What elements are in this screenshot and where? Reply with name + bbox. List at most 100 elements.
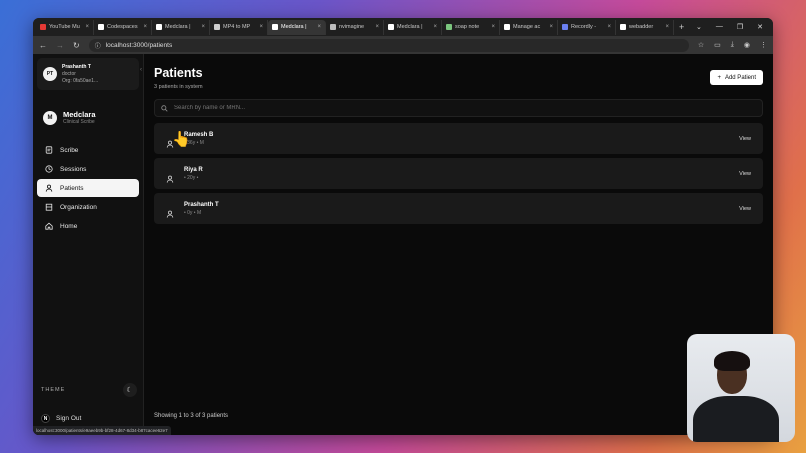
browser-tab[interactable]: Manage ac × xyxy=(500,19,558,35)
sidebar-item-home[interactable]: Home xyxy=(37,217,139,235)
user-icon xyxy=(45,184,53,192)
close-tab-icon[interactable]: × xyxy=(433,24,437,30)
patient-info: Prashanth T • 0y • M xyxy=(184,202,219,216)
close-tab-icon[interactable]: × xyxy=(607,24,611,30)
view-patient-button[interactable]: View xyxy=(739,136,751,142)
menu-icon[interactable]: ⋮ xyxy=(760,41,767,49)
close-tab-icon[interactable]: × xyxy=(665,24,669,30)
building-icon xyxy=(45,203,53,211)
sidebar-item-label: Organization xyxy=(60,203,97,211)
view-patient-button[interactable]: View xyxy=(739,206,751,212)
reload-icon[interactable]: ↻ xyxy=(73,41,80,50)
sign-out-button[interactable]: N Sign Out xyxy=(41,414,81,423)
sidebar-item-label: Sessions xyxy=(60,165,87,173)
browser-tab[interactable]: Medclara | × xyxy=(152,19,210,35)
patient-info: Riya R • 20y • xyxy=(184,167,203,181)
browser-tab[interactable]: Medclara | × xyxy=(384,19,442,35)
browser-tab[interactable]: Codespaces × xyxy=(94,19,152,35)
tab-favicon-icon xyxy=(620,24,626,30)
sign-out-initial: N xyxy=(41,414,50,423)
page-subtitle: 3 patients in system xyxy=(154,84,203,90)
chevron-down-icon[interactable]: ⌄ xyxy=(696,23,702,31)
browser-tab[interactable]: Medclara | × xyxy=(268,19,326,35)
avatar: PT xyxy=(43,67,57,81)
browser-tab[interactable]: webadder × xyxy=(616,19,674,35)
browser-actions: ☆ ▭ ⤓ ◉ ⋮ xyxy=(698,41,767,49)
site-info-icon[interactable]: ⓘ xyxy=(95,41,101,50)
sidebar-item-organization[interactable]: Organization xyxy=(37,198,139,216)
browser-tab[interactable]: nvimagine × xyxy=(326,19,384,35)
sidebar-item-patients[interactable]: Patients xyxy=(37,179,139,197)
tab-title: MP4 to MP xyxy=(223,24,251,30)
close-tab-icon[interactable]: × xyxy=(317,24,321,30)
close-window-button[interactable]: ✕ xyxy=(757,23,763,31)
tab-favicon-icon xyxy=(330,24,336,30)
home-icon xyxy=(45,222,53,230)
bookmark-star-icon[interactable]: ☆ xyxy=(698,41,704,49)
add-patient-button[interactable]: + Add Patient xyxy=(710,70,763,85)
tab-title: Recordly - xyxy=(571,24,597,30)
tab-title: Manage ac xyxy=(513,24,541,30)
sidebar-item-scribe[interactable]: Scribe xyxy=(37,141,139,159)
app: PT Prashanth T doctor Org: 0fa50ae1... ‹… xyxy=(33,54,773,435)
brand-name: Medclara xyxy=(63,110,96,119)
close-tab-icon[interactable]: × xyxy=(201,24,205,30)
tab-title: nvimagine xyxy=(339,24,365,30)
tab-title: Medclara | xyxy=(281,24,307,30)
patient-row[interactable]: Ramesh B • 36y • M View xyxy=(154,123,763,154)
theme-row: THEME ☾ xyxy=(41,383,137,397)
profile-icon[interactable]: ◉ xyxy=(744,41,750,49)
url-field[interactable]: ⓘ localhost:3000/patients xyxy=(88,38,689,52)
brand-subtitle: Clinical Scribe xyxy=(63,119,95,125)
url-text: localhost:3000/patients xyxy=(105,41,173,49)
user-role: doctor xyxy=(62,70,76,77)
new-tab-button[interactable]: + xyxy=(674,22,689,32)
brand-logo: M xyxy=(43,110,57,125)
forward-icon[interactable]: → xyxy=(56,41,64,50)
download-icon[interactable]: ⤓ xyxy=(731,41,734,49)
address-bar: ← → ↻ ⓘ localhost:3000/patients ☆ ▭ ⤓ ◉ … xyxy=(33,36,773,54)
theme-label: THEME xyxy=(41,387,66,393)
patient-name: Prashanth T xyxy=(184,201,219,208)
close-tab-icon[interactable]: × xyxy=(549,24,553,30)
browser-tab[interactable]: YouTube Mu × xyxy=(36,19,94,35)
tab-favicon-icon xyxy=(98,24,104,30)
patient-meta: • 0y • M xyxy=(184,209,202,216)
maximize-button[interactable]: ❐ xyxy=(737,23,743,31)
theme-toggle-moon-icon[interactable]: ☾ xyxy=(123,383,137,397)
main-content: Patients 3 patients in system + Add Pati… xyxy=(144,54,773,435)
plus-icon: + xyxy=(717,74,721,81)
browser-tab[interactable]: MP4 to MP × xyxy=(210,19,268,35)
back-icon[interactable]: ← xyxy=(39,41,47,50)
tab-title: Codespaces xyxy=(107,24,138,30)
minimize-button[interactable]: — xyxy=(716,23,723,31)
patient-row[interactable]: Prashanth T • 0y • M View xyxy=(154,193,763,224)
page-title: Patients xyxy=(154,66,203,80)
cast-icon[interactable]: ▭ xyxy=(714,41,721,49)
browser-tab[interactable]: soap note × xyxy=(442,19,500,35)
tab-favicon-icon xyxy=(40,24,46,30)
close-tab-icon[interactable]: × xyxy=(375,24,379,30)
patient-row[interactable]: Riya R • 20y • View xyxy=(154,158,763,189)
tab-title: YouTube Mu xyxy=(49,24,80,30)
sign-out-label: Sign Out xyxy=(56,415,82,422)
brand: M Medclara Clinical Scribe xyxy=(33,110,143,125)
close-tab-icon[interactable]: × xyxy=(143,24,147,30)
tab-favicon-icon xyxy=(562,24,568,30)
close-tab-icon[interactable]: × xyxy=(85,24,89,30)
tab-title: Medclara | xyxy=(397,24,423,30)
view-patient-button[interactable]: View xyxy=(739,171,751,177)
tab-title: soap note xyxy=(455,24,480,30)
window-controls: ⌄ — ❐ ✕ xyxy=(696,23,773,31)
search-input[interactable] xyxy=(174,105,756,111)
user-card[interactable]: PT Prashanth T doctor Org: 0fa50ae1... xyxy=(37,58,139,90)
tab-list: YouTube Mu × Codespaces × Medclara | × MP4 to… xyxy=(36,19,674,35)
collapse-sidebar-icon[interactable]: ‹ xyxy=(140,67,142,73)
search-icon xyxy=(161,104,168,112)
browser-tab[interactable]: Recordly - × xyxy=(558,19,616,35)
close-tab-icon[interactable]: × xyxy=(259,24,263,30)
close-tab-icon[interactable]: × xyxy=(491,24,495,30)
sidebar-item-sessions[interactable]: Sessions xyxy=(37,160,139,178)
sidebar-item-label: Scribe xyxy=(60,146,79,154)
sidebar-item-label: Home xyxy=(60,222,78,230)
